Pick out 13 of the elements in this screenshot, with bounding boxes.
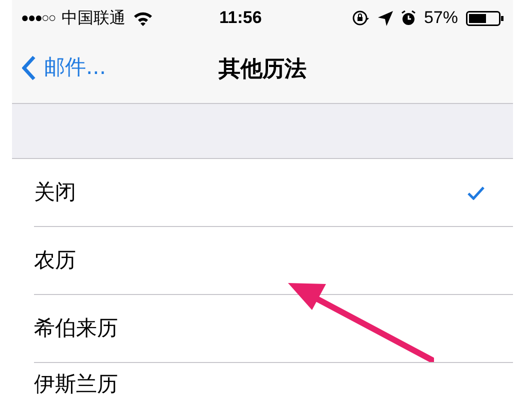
battery-percentage: 57% (424, 7, 458, 30)
location-arrow-icon (378, 10, 393, 26)
alarm-clock-icon (400, 10, 416, 26)
clock-time: 11:56 (219, 7, 262, 30)
rotation-lock-icon (352, 10, 370, 26)
chevron-left-icon (22, 54, 36, 81)
battery-icon (466, 10, 504, 26)
checkmark-icon (467, 186, 485, 200)
signal-strength: ●●●○○ (21, 9, 56, 28)
page-title: 其他历法 (218, 56, 306, 84)
wifi-icon (133, 10, 154, 26)
back-button[interactable]: 邮件... (22, 52, 106, 84)
carrier-name: 中国联通 (61, 7, 126, 29)
